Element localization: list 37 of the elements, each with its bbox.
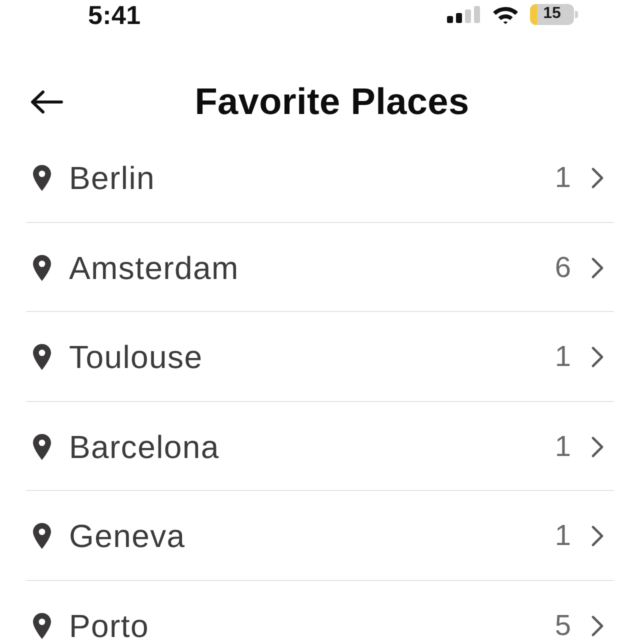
chevron-right-icon [591,614,604,637]
arrow-left-icon [30,90,62,114]
signal-icon [447,6,481,22]
place-name: Geneva [69,522,186,550]
location-pin-icon [33,523,51,550]
location-pin-icon [33,344,51,370]
chevron-right-icon [591,256,604,279]
place-row[interactable]: Barcelona 1 [26,402,614,492]
location-pin-icon [33,434,51,460]
chevron-right-icon [591,167,604,189]
place-name: Berlin [69,164,156,192]
place-row[interactable]: Toulouse 1 [26,312,614,402]
battery-percent: 15 [543,5,561,23]
place-count: 1 [554,432,571,461]
place-name: Barcelona [69,432,220,461]
place-count: 5 [554,612,571,640]
place-count: 1 [554,522,571,550]
place-row[interactable]: Geneva 1 [26,491,614,581]
place-row[interactable]: Berlin 1 [26,133,614,223]
place-count: 6 [554,254,571,282]
place-count: 1 [554,164,571,192]
place-name: Amsterdam [69,254,239,282]
chevron-right-icon [591,346,604,368]
status-time: 5:41 [88,1,141,29]
place-row[interactable]: Porto 5 [26,580,614,640]
chevron-right-icon [591,525,604,548]
place-name: Toulouse [69,343,203,372]
place-row[interactable]: Amsterdam 6 [26,222,614,312]
place-name: Porto [69,612,149,640]
chevron-right-icon [591,436,604,458]
page-title: Favorite Places [194,81,470,123]
location-pin-icon [33,612,51,639]
battery-cap-icon [575,10,578,18]
location-pin-icon [33,254,51,281]
location-pin-icon [33,165,51,191]
wifi-icon [492,4,519,24]
place-count: 1 [554,343,571,372]
